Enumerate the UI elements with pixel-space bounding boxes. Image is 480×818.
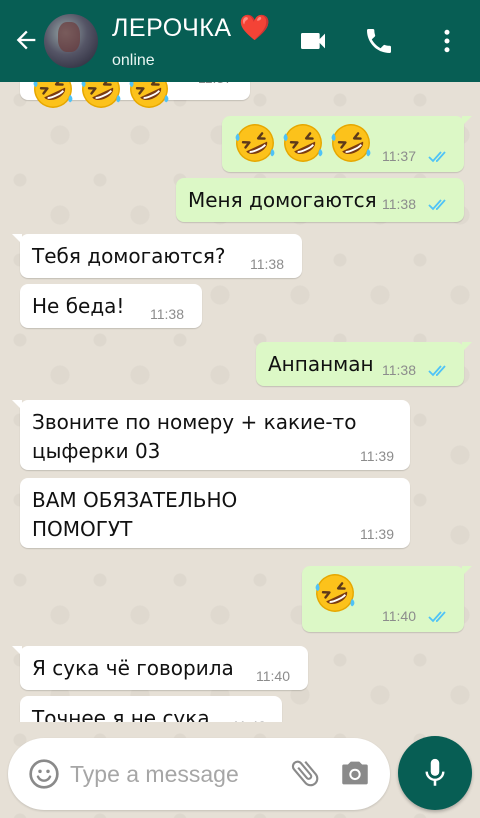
contact-status: online (112, 52, 155, 69)
message-time: 11:38 (250, 256, 284, 272)
avatar[interactable] (44, 14, 98, 68)
bubble-tail (462, 342, 472, 352)
rolling-on-floor-laughing-emoji (331, 124, 371, 162)
incoming-message[interactable]: Точнее я не сука 11:40 (20, 696, 282, 722)
message-time: 11:39 (360, 526, 394, 542)
message-text: Меня домогаются (188, 188, 377, 212)
message-text: Звоните по номеру + какие-то цыферки 03 (32, 410, 357, 463)
read-receipt-icon (428, 198, 450, 212)
outgoing-message[interactable]: 11:40 (302, 566, 472, 632)
message-text: Анпанман (268, 352, 374, 376)
emoji-message (312, 570, 358, 616)
bubble-tail (12, 646, 22, 656)
message-time: 11:40 (256, 668, 290, 684)
video-camera-icon (301, 33, 325, 49)
message-text: ВАМ ОБЯЗАТЕЛЬНО ПОМОГУТ (32, 488, 238, 541)
incoming-message[interactable]: Звоните по номеру + какие-то цыферки 03 1… (12, 400, 410, 470)
message-text: Я сука чё говорила (32, 656, 234, 680)
message-time: 11:39 (360, 448, 394, 464)
back-button[interactable] (8, 22, 44, 58)
contact-name[interactable]: ЛЕРОЧКА ❤️ (112, 14, 271, 43)
message-time: 11:38 (150, 306, 184, 322)
rolling-on-floor-laughing-emoji (235, 124, 275, 162)
rolling-on-floor-laughing-emoji (315, 574, 355, 612)
microphone-icon (425, 758, 445, 786)
message-input[interactable] (70, 752, 270, 796)
message-time: 11:37 (382, 148, 416, 164)
camera-icon (342, 761, 368, 785)
incoming-message[interactable]: ВАМ ОБЯЗАТЕЛЬНО ПОМОГУТ 11:39 (20, 478, 410, 548)
outgoing-message[interactable]: Меня домогаются 11:38 (176, 178, 464, 222)
message-time: 11:38 (382, 196, 416, 212)
phone-icon (367, 29, 391, 53)
bubble-tail (462, 116, 472, 126)
message-composer (8, 738, 390, 810)
rolling-on-floor-laughing-emoji (129, 82, 169, 108)
message-time: 11:40 (232, 718, 266, 722)
message-time: 11:40 (382, 608, 416, 624)
voice-call-button[interactable] (360, 22, 398, 60)
message-time: 11:38 (382, 362, 416, 378)
emoji-message (30, 82, 172, 112)
incoming-message[interactable]: 11:37 (20, 82, 250, 108)
incoming-message[interactable]: Не беда! 11:38 (20, 284, 202, 328)
attach-button[interactable] (288, 756, 324, 792)
incoming-message[interactable]: Тебя домогаются? 11:38 (12, 234, 302, 278)
message-text: Тебя домогаются? (32, 244, 226, 268)
more-vertical-icon (444, 29, 450, 53)
message-list[interactable]: 11:3711:37Меня домогаются11:38Тебя домог… (0, 82, 480, 722)
paperclip-icon (291, 760, 319, 787)
emoji-message (232, 120, 374, 166)
bubble-tail (462, 566, 472, 576)
bubble-tail (12, 234, 22, 244)
more-options-button[interactable] (428, 22, 466, 60)
outgoing-message[interactable]: 11:37 (222, 116, 472, 172)
incoming-message[interactable]: Я сука чё говорила 11:40 (12, 646, 308, 690)
message-text: Не беда! (32, 294, 125, 318)
message-time: 11:37 (198, 82, 232, 86)
read-receipt-icon (428, 364, 450, 378)
chat-header: ЛЕРОЧКА ❤️ online (0, 0, 480, 82)
rolling-on-floor-laughing-emoji (283, 124, 323, 162)
rolling-on-floor-laughing-emoji (81, 82, 121, 108)
read-receipt-icon (428, 150, 450, 164)
read-receipt-icon (428, 610, 450, 624)
message-text: Точнее я не сука (32, 706, 210, 722)
rolling-on-floor-laughing-emoji (33, 82, 73, 108)
bubble-tail (12, 400, 22, 410)
outgoing-message[interactable]: Анпанман 11:38 (256, 342, 472, 386)
camera-button[interactable] (338, 756, 374, 792)
emoji-button[interactable] (28, 758, 60, 790)
video-call-button[interactable] (294, 22, 332, 60)
arrow-left-icon (16, 30, 36, 50)
voice-record-button[interactable] (398, 736, 472, 810)
smiley-icon (29, 759, 59, 789)
